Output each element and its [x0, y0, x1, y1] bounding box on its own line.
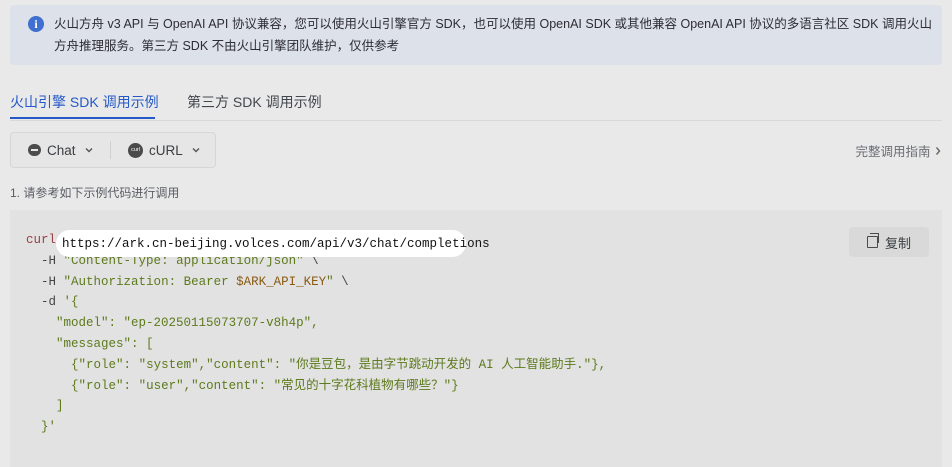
code-punct: },	[591, 357, 607, 372]
code-flag: -d	[41, 295, 57, 310]
code-command: curl	[26, 233, 57, 247]
sdk-tabs: 火山引擎 SDK 调用示例 第三方 SDK 调用示例	[10, 86, 942, 121]
language-selector[interactable]: curl cURL	[128, 133, 201, 167]
code-key: "role"	[78, 357, 124, 372]
api-selector[interactable]: Chat	[28, 133, 94, 167]
notice-text: 火山方舟 v3 API 与 OpenAI API 协议兼容，您可以使用火山引擎官…	[54, 17, 932, 53]
code-string: '{	[63, 295, 79, 310]
code-flag: -H	[41, 274, 57, 289]
info-icon: i	[28, 16, 44, 32]
chevron-down-icon	[192, 148, 200, 153]
copy-icon	[866, 233, 879, 248]
code-punct: {	[71, 378, 79, 393]
line-continuation: \	[341, 274, 349, 289]
language-selector-label: cURL	[149, 142, 183, 158]
code-variable: $ARK_API_KEY	[236, 274, 327, 289]
curl-icon: curl	[128, 142, 143, 158]
tab-third-party-sdk[interactable]: 第三方 SDK 调用示例	[187, 92, 322, 112]
notice-banner: i 火山方舟 v3 API 与 OpenAI API 协议兼容，您可以使用火山引…	[10, 5, 942, 65]
code-key: "role"	[78, 378, 124, 393]
active-tab-indicator	[10, 117, 155, 119]
selector-divider	[110, 141, 111, 159]
code-punct: ]	[56, 399, 64, 414]
api-selector-label: Chat	[47, 142, 76, 158]
code-snippet: curl \ -H "Content-Type: application/jso…	[26, 233, 607, 435]
code-key: "content"	[191, 378, 259, 393]
code-string: "你是豆包，是由字节跳动开发的 AI 人工智能助手."	[288, 357, 592, 372]
code-selector-group: Chat curl cURL	[10, 132, 216, 168]
code-string: "user"	[138, 378, 184, 393]
full-guide-link[interactable]: 完整调用指南	[856, 141, 943, 160]
chat-icon	[28, 144, 41, 156]
full-guide-label: 完整调用指南	[855, 145, 931, 159]
code-punct: [	[146, 336, 154, 351]
code-punct: }	[451, 378, 459, 393]
code-key: "content"	[206, 357, 274, 372]
chevron-right-icon	[935, 147, 941, 155]
code-string: "ep-20250115073707-v8h4p"	[123, 316, 312, 331]
code-string: "system"	[138, 357, 199, 372]
tab-volc-sdk[interactable]: 火山引擎 SDK 调用示例	[10, 92, 159, 112]
code-string: "	[326, 274, 334, 289]
code-string: "常见的十字花科植物有哪些？"	[273, 378, 452, 393]
api-url[interactable]: https://ark.cn-beijing.volces.com/api/v3…	[62, 234, 490, 254]
copy-button-label: 复制	[884, 235, 911, 251]
code-punct: }'	[41, 420, 57, 435]
code-key: "messages"	[56, 336, 132, 351]
chevron-down-icon	[85, 148, 93, 153]
code-string: "Authorization: Bearer	[63, 274, 237, 289]
code-punct: {	[71, 357, 79, 372]
code-flag: -H	[41, 253, 57, 268]
step-instruction: 1. 请参考如下示例代码进行调用	[10, 186, 180, 200]
copy-button[interactable]: 复制	[849, 227, 929, 257]
code-key: "model"	[56, 316, 109, 331]
